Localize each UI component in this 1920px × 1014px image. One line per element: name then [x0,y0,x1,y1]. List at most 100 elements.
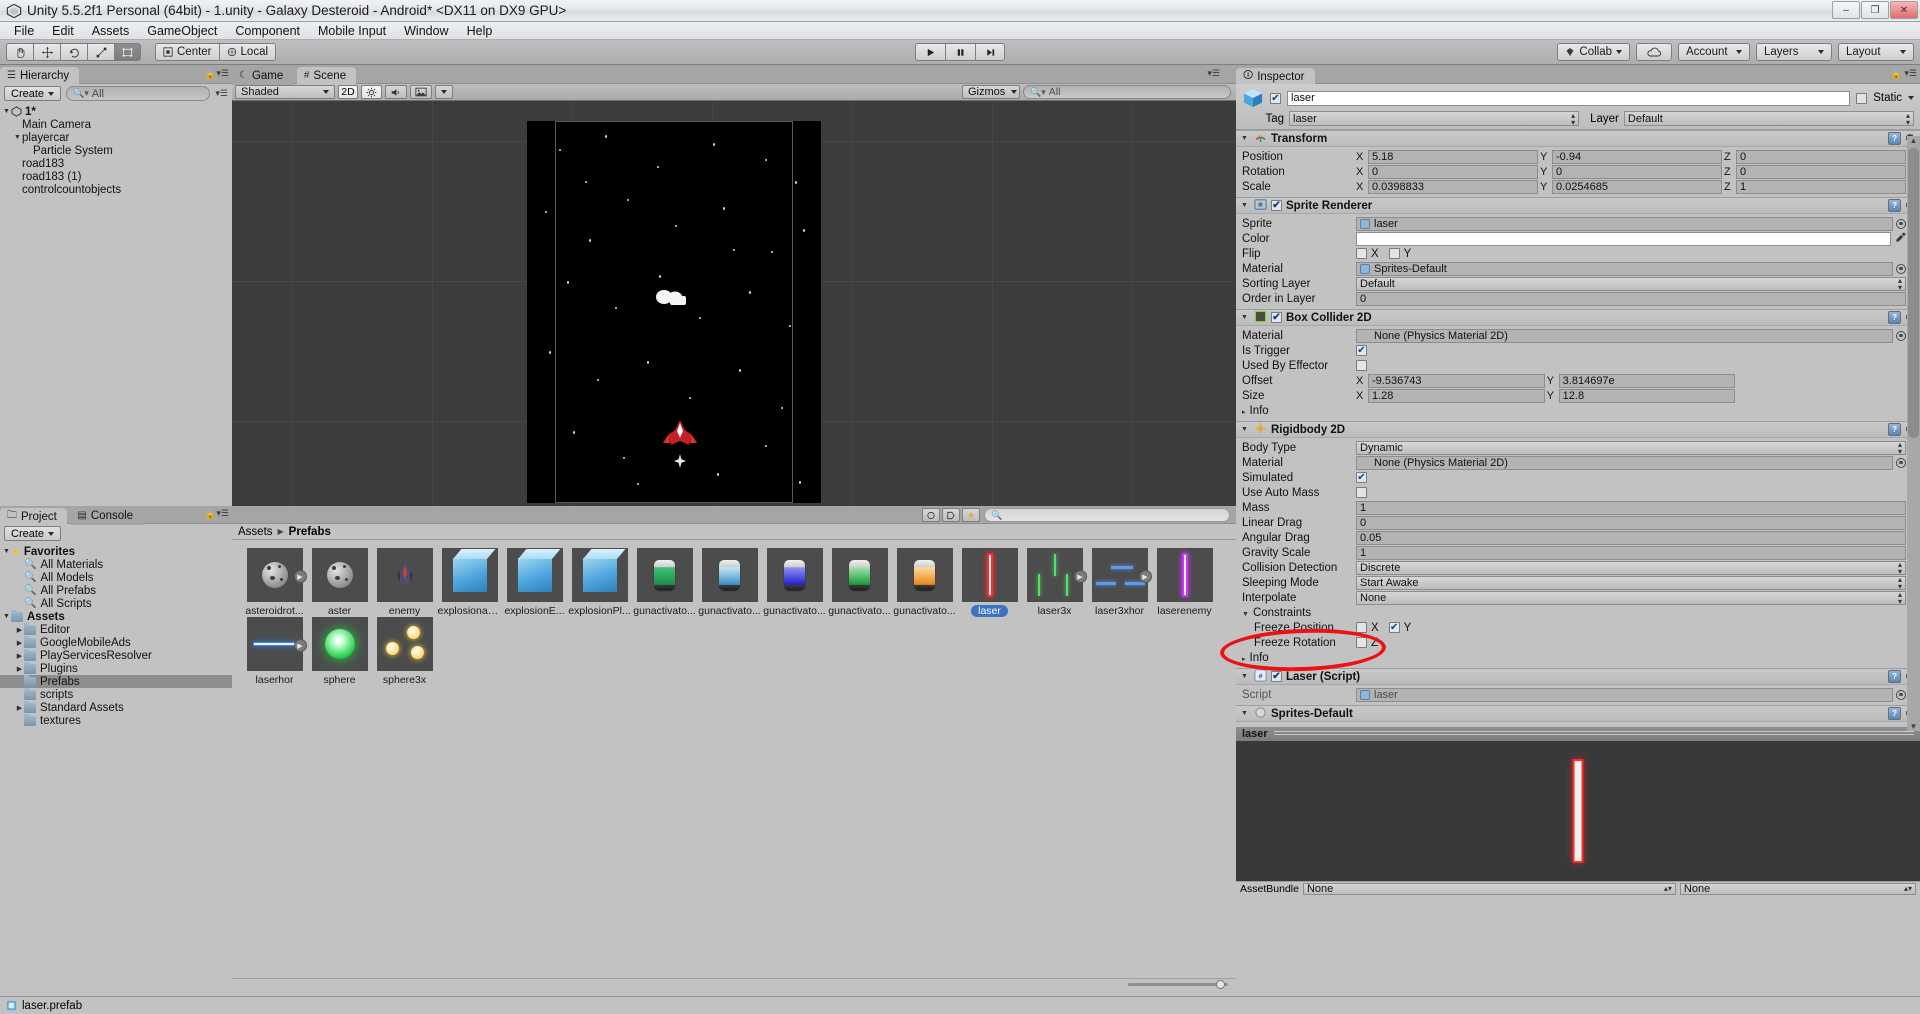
help-icon[interactable]: ? [1888,311,1902,324]
panel-menu-icon[interactable]: ▾☰ [216,68,229,79]
axis-input-x[interactable]: -9.536743 [1368,373,1545,388]
hierarchy-search-input[interactable]: 🔍▾ All [66,86,211,101]
foldout-arrow-icon[interactable]: ▶ [15,665,24,673]
inspector-scrollbar[interactable]: ▲ ▼ [1907,136,1920,731]
project-tree-item[interactable]: ▶ GoogleMobileAds [0,635,232,649]
component-header[interactable]: ▼Box Collider 2D?⚙ [1236,309,1920,326]
object-name-input[interactable]: laser [1287,90,1851,106]
asset-grid-container[interactable]: ▶ asteroidrot... aster enemy explosionas... e… [232,540,1236,978]
asset-item[interactable]: explosionas... [437,548,502,617]
effects-dropdown-button[interactable] [435,85,453,99]
asset-item[interactable]: gunactivato... [762,548,827,617]
text-field[interactable]: 0.05 [1356,530,1906,545]
component-header[interactable]: ▼Transform?⚙ [1236,130,1920,147]
axis-input-x[interactable]: 1.28 [1368,388,1545,403]
foldout-arrow-icon[interactable]: ▼ [1241,314,1250,321]
project-tree-item[interactable]: ▶ Editor [0,622,232,636]
account-button[interactable]: Account [1678,43,1750,61]
menu-component[interactable]: Component [226,23,309,39]
dropdown-field[interactable]: Default ▴ ▾ [1356,276,1906,291]
filter-label-icon[interactable] [942,508,960,522]
component-enabled-checkbox[interactable] [1271,312,1282,323]
foldout-arrow-icon[interactable]: ▼ [1242,611,1249,618]
project-tree-item[interactable]: ▶ PlayServicesResolver [0,648,232,662]
hierarchy-item[interactable]: ▸Particle System [0,144,232,157]
shading-mode-dropdown[interactable]: Shaded [235,85,335,99]
inspector-scroll-thumb[interactable] [1908,148,1919,438]
foldout-arrow-icon[interactable]: ▼ [2,613,11,620]
scene-viewport[interactable] [232,101,1236,506]
help-icon[interactable]: ? [1888,132,1902,145]
asset-item[interactable]: ▶ laser3x [1022,548,1087,617]
breadcrumb-prefabs[interactable]: Prefabs [289,526,331,538]
filter-type-icon[interactable] [922,508,940,522]
asset-item[interactable]: explosionPl... [567,548,632,617]
lighting-toggle-button[interactable] [361,85,382,99]
play-button[interactable] [915,43,945,61]
menu-assets[interactable]: Assets [83,23,139,39]
pause-button[interactable] [945,43,975,61]
axis-input-y[interactable]: 0 [1552,164,1722,179]
axis-input-z[interactable]: 0 [1736,164,1906,179]
hierarchy-options-icon[interactable]: ▾☰ [215,88,228,99]
favorite-star-icon[interactable]: ★ [962,508,980,522]
checkbox-y[interactable] [1388,622,1400,633]
project-tree-item[interactable]: ▸🔍All Models [0,571,232,584]
object-enabled-checkbox[interactable] [1270,92,1281,104]
axis-input-x[interactable]: 5.18 [1368,149,1538,164]
component-enabled-checkbox[interactable] [1271,200,1282,211]
menu-window[interactable]: Window [395,23,457,39]
move-tool-button[interactable] [33,43,60,61]
asset-item[interactable]: gunactivato... [827,548,892,617]
asset-item[interactable]: enemy [372,548,437,617]
asset-item[interactable]: gunactivato... [632,548,697,617]
axis-input-x[interactable]: 0 [1368,164,1538,179]
object-picker-icon[interactable] [1896,330,1906,341]
minimize-button[interactable]: – [1832,1,1860,19]
foldout-arrow-icon[interactable]: ▼ [1241,426,1250,433]
tab-inspector[interactable]: 🛈 Inspector [1236,67,1315,86]
hierarchy-item[interactable]: ▸road183 (1) [0,170,232,183]
project-tree-item[interactable]: ▸🔍All Materials [0,558,232,571]
menu-gameobject[interactable]: GameObject [138,23,226,39]
project-tree-item[interactable]: ▼ Assets [0,609,232,623]
help-icon[interactable]: ? [1888,423,1902,436]
layout-button[interactable]: Layout [1838,43,1914,61]
text-field[interactable]: 1 [1356,500,1906,515]
menu-mobile-input[interactable]: Mobile Input [309,23,395,39]
asset-item[interactable]: ▶ laser3xhor [1087,548,1152,617]
axis-input-z[interactable]: 1 [1736,179,1906,194]
project-panel-menu-icon[interactable]: ▾☰ [216,508,229,519]
menu-help[interactable]: Help [458,23,502,39]
preview-drag-lines[interactable] [1273,731,1914,737]
asset-item[interactable]: laser [957,548,1022,617]
scene-search-input[interactable]: 🔍▾ All [1023,85,1231,99]
layers-button[interactable]: Layers [1756,43,1832,61]
static-checkbox[interactable] [1856,92,1868,104]
asset-item[interactable]: ▶ laserhor [242,617,307,686]
gizmos-dropdown[interactable]: Gizmos [962,85,1020,99]
inspector-panel-menu-icon[interactable]: ▾☰ [1904,68,1917,79]
effects-toggle-button[interactable] [410,85,432,99]
tag-dropdown[interactable]: laser ▴ ▾ [1289,111,1580,126]
project-tree-item[interactable]: ▸🔍All Prefabs [0,584,232,597]
asset-item[interactable]: sphere3x [372,617,437,686]
prefab-expand-icon[interactable]: ▶ [293,639,307,652]
hierarchy-create-button[interactable]: Create [4,86,62,101]
tab-game[interactable]: ☾ Game [232,66,294,85]
scroll-down-arrow-icon[interactable]: ▼ [1908,722,1919,731]
foldout-arrow-icon[interactable]: ▼ [1241,710,1250,717]
help-icon[interactable]: ? [1888,199,1902,212]
project-tree-item[interactable]: ▸ scripts [0,687,232,701]
foldout-arrow-icon[interactable]: ▼ [1241,135,1250,142]
scale-tool-button[interactable] [87,43,114,61]
prefab-expand-icon[interactable]: ▶ [1073,570,1087,583]
object-field[interactable]: Sprites-Default [1356,261,1893,276]
audio-toggle-button[interactable] [385,85,407,99]
component-header[interactable]: ▼Rigidbody 2D?⚙ [1236,421,1920,438]
object-picker-icon[interactable] [1896,457,1906,468]
property-checkbox[interactable] [1356,472,1367,483]
foldout-arrow-icon[interactable]: ▼ [13,134,22,141]
foldout-arrow-icon[interactable]: ▸ [1242,409,1246,416]
axis-input-y[interactable]: 0.0254685 [1552,179,1722,194]
